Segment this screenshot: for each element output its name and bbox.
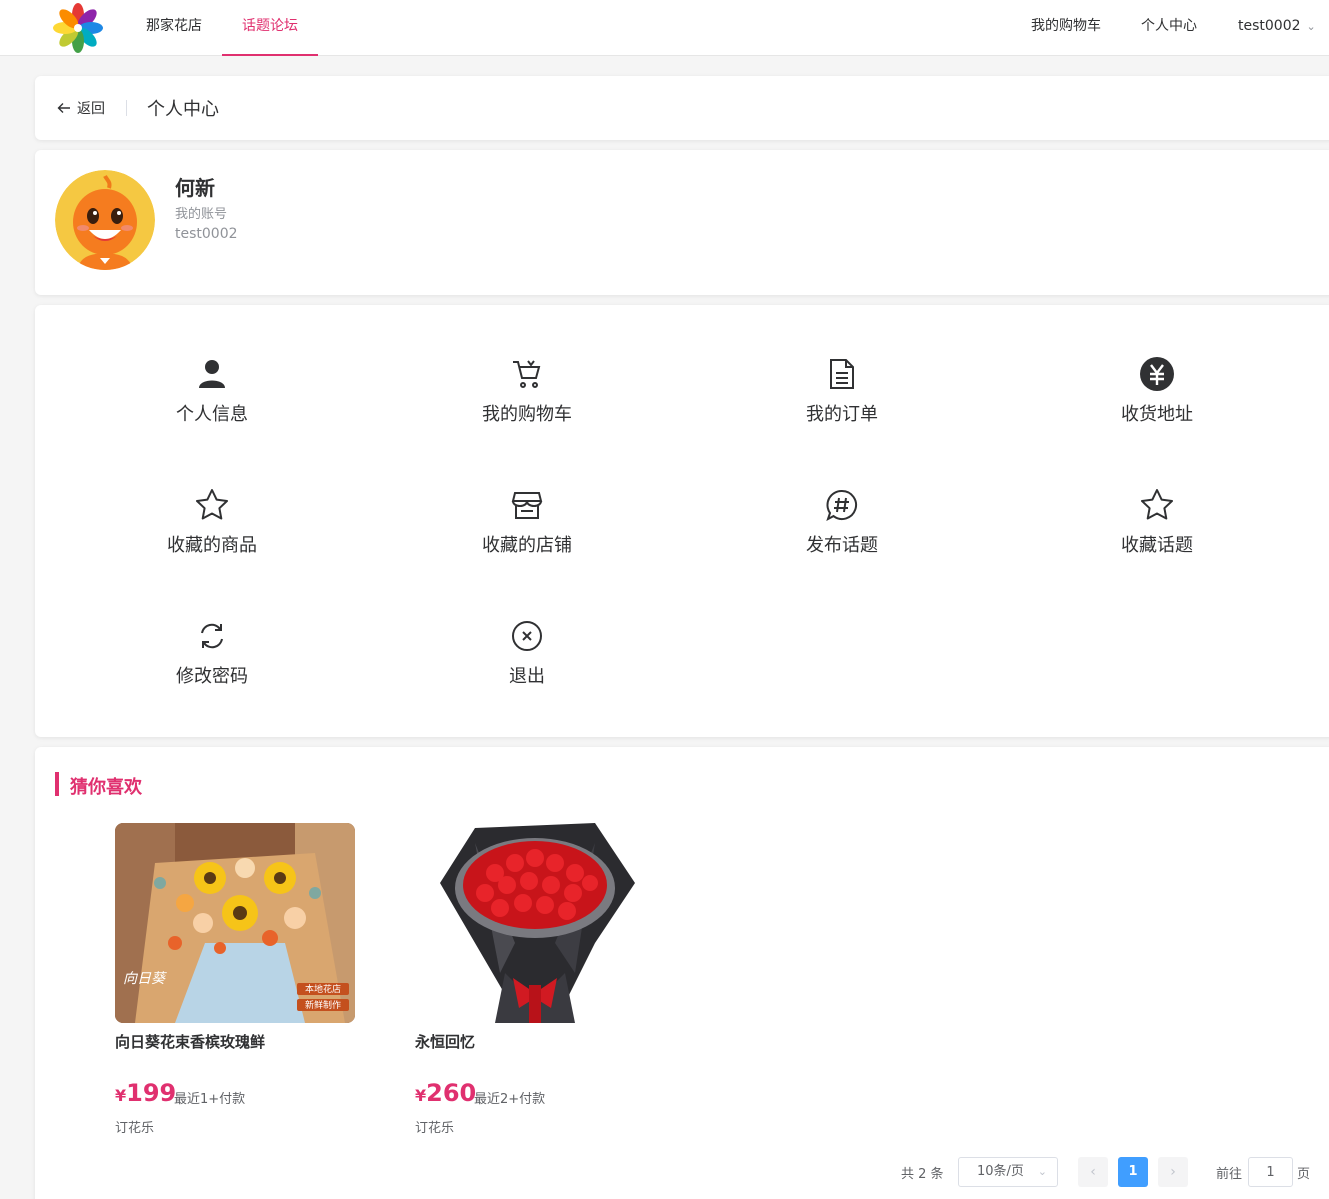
menu-my-orders[interactable]: 我的订单 — [742, 356, 942, 446]
cart-icon — [509, 356, 545, 392]
menu-favorite-products[interactable]: 收藏的商品 — [112, 487, 312, 577]
next-page-button[interactable]: › — [1158, 1157, 1188, 1187]
product-name[interactable]: 向日葵花束香槟玫瑰鲜 — [115, 1031, 265, 1052]
yen-circle-icon — [1139, 356, 1175, 392]
back-label: 返回 — [77, 101, 105, 117]
menu-card: 个人信息 我的购物车 我的订单 收货地址 收藏的商品 收藏的店铺 发布话题 收藏… — [35, 305, 1329, 737]
page-unit-label: 页 — [1297, 1167, 1311, 1182]
menu-shipping-address[interactable]: 收货地址 — [1057, 356, 1257, 446]
menu-logout[interactable]: 退出 — [427, 618, 627, 708]
image-tag-text: 新鲜制作 — [305, 999, 341, 1011]
product-name[interactable]: 永恒回忆 — [415, 1031, 475, 1052]
menu-personal-info[interactable]: 个人信息 — [112, 356, 312, 446]
menu-change-password[interactable]: 修改密码 — [112, 618, 312, 708]
menu-label: 退出 — [509, 666, 545, 687]
product-price: ¥199 — [115, 1079, 177, 1107]
hashtag-icon — [824, 487, 860, 523]
user-name: 何新 — [175, 176, 215, 200]
nav-my-cart[interactable]: 我的购物车 — [1031, 0, 1101, 56]
nav-topic-forum[interactable]: 话题论坛 — [222, 0, 318, 56]
menu-favorite-topics[interactable]: 收藏话题 — [1057, 487, 1257, 577]
page-number-current[interactable]: 1 — [1118, 1157, 1148, 1187]
page-size-value: 10条/页 — [977, 1164, 1024, 1179]
recommend-section: 猜你喜欢 本地花店 新鲜制作 向日葵 向日葵花束香槟玫瑰鲜 ¥199 最近1+付… — [35, 747, 1329, 1199]
menu-label: 个人信息 — [176, 404, 248, 425]
logo-icon[interactable] — [52, 2, 104, 54]
product-sales: 最近1+付款 — [174, 1092, 246, 1107]
menu-label: 修改密码 — [176, 666, 248, 687]
page-size-select[interactable]: 10条/页 ⌄ — [958, 1157, 1058, 1187]
star-icon — [194, 487, 230, 523]
menu-label: 收藏话题 — [1121, 535, 1193, 556]
menu-publish-topic[interactable]: 发布话题 — [742, 487, 942, 577]
menu-label: 发布话题 — [806, 535, 878, 556]
menu-label: 我的订单 — [806, 404, 878, 425]
menu-label: 收藏的店铺 — [482, 535, 572, 556]
section-title: 猜你喜欢 — [70, 777, 142, 798]
star-icon — [1139, 487, 1175, 523]
breadcrumb: 返回 个人中心 — [35, 76, 1329, 140]
menu-label: 收藏的商品 — [167, 535, 257, 556]
menu-my-cart[interactable]: 我的购物车 — [427, 356, 627, 446]
chevron-left-icon: ‹ — [1090, 1164, 1096, 1180]
product-image[interactable]: 本地花店 新鲜制作 向日葵 — [115, 823, 355, 1023]
chevron-down-icon: ⌄ — [1037, 1165, 1047, 1178]
menu-label: 收货地址 — [1121, 404, 1193, 425]
page-title: 个人中心 — [147, 99, 219, 120]
account-value: test0002 — [175, 226, 238, 242]
top-navbar: 那家花店 话题论坛 我的购物车 个人中心 test0002 ⌄ — [0, 0, 1329, 56]
close-circle-icon — [509, 618, 545, 654]
username-label: test0002 — [1238, 18, 1301, 34]
divider — [126, 100, 127, 116]
refresh-icon — [194, 618, 230, 654]
chevron-right-icon: › — [1170, 1164, 1176, 1180]
image-tag-text: 本地花店 — [305, 983, 341, 995]
product-shop[interactable]: 订花乐 — [115, 1117, 154, 1136]
product-image[interactable] — [415, 823, 655, 1023]
document-icon — [824, 356, 860, 392]
account-label: 我的账号 — [175, 207, 228, 222]
pagination-total: 共 2 条 — [901, 1167, 944, 1182]
goto-page-input[interactable] — [1248, 1157, 1293, 1187]
arrow-left-icon — [57, 103, 70, 113]
user-icon — [194, 356, 230, 392]
prev-page-button[interactable]: ‹ — [1078, 1157, 1108, 1187]
product-sales: 最近2+付款 — [474, 1092, 546, 1107]
image-caption-text: 向日葵 — [123, 971, 167, 987]
menu-favorite-shops[interactable]: 收藏的店铺 — [427, 487, 627, 577]
shop-icon — [509, 487, 545, 523]
avatar[interactable] — [55, 170, 155, 270]
profile-card: 何新 我的账号 test0002 — [35, 150, 1329, 295]
product-price: ¥260 — [415, 1079, 477, 1107]
nav-flower-shop[interactable]: 那家花店 — [126, 0, 222, 56]
section-accent-bar — [55, 772, 59, 796]
chevron-down-icon: ⌄ — [1306, 20, 1316, 33]
user-dropdown[interactable]: test0002 ⌄ — [1238, 0, 1316, 56]
nav-personal-center[interactable]: 个人中心 — [1141, 0, 1197, 56]
goto-label: 前往 — [1216, 1167, 1243, 1182]
product-shop[interactable]: 订花乐 — [415, 1117, 454, 1136]
menu-label: 我的购物车 — [482, 404, 572, 425]
back-button[interactable]: 返回 — [57, 98, 105, 118]
